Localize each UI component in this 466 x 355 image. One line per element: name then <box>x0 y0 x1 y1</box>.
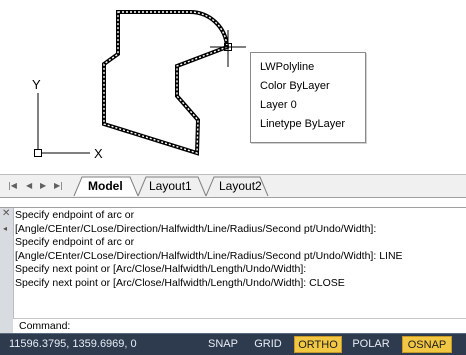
grid-toggle[interactable]: GRID <box>248 336 288 353</box>
tab-layout1[interactable]: Layout1 <box>149 176 192 196</box>
prev-tab-icon[interactable]: ◀ <box>26 179 32 193</box>
tooltip-object-type: LWPolyline <box>260 61 315 73</box>
first-tab-icon[interactable]: |◀ <box>8 179 17 193</box>
command-history: Specify endpoint of arc or [Angle/CEnter… <box>15 209 466 291</box>
history-line: Specify endpoint of arc or <box>15 209 135 221</box>
close-icon[interactable]: ✕ <box>2 208 10 219</box>
customize-icon[interactable]: ◂ <box>3 224 7 233</box>
rollover-tooltip: LWPolyline Color ByLayer Layer 0 Linetyp… <box>250 52 366 143</box>
drawing-svg: Y X <box>32 9 246 161</box>
history-line: Specify endpoint of arc or <box>15 236 135 249</box>
selected-polyline[interactable] <box>102 9 230 156</box>
crosshair-cursor <box>210 30 246 67</box>
layout-tab-bar: |◀ ◀ ▶ ▶| Model Layout1 Layout2 <box>0 174 466 198</box>
ucs-icon <box>34 93 90 157</box>
polar-toggle[interactable]: POLAR <box>348 336 394 353</box>
last-tab-icon[interactable]: ▶| <box>54 179 63 193</box>
command-prompt: Command: <box>19 320 71 332</box>
tooltip-color: Color ByLayer <box>260 80 330 92</box>
osnap-toggle[interactable]: OSNAP <box>402 336 452 353</box>
history-line: Specify next point or [Arc/Close/Halfwid… <box>15 276 345 289</box>
tooltip-layer: Layer 0 <box>260 99 297 111</box>
status-bar: 11596.3795, 1359.6969, 0 SNAP GRID ORTHO… <box>0 333 466 355</box>
command-window: ✕ ◂ Specify endpoint of arc or [Angle/CE… <box>0 207 466 334</box>
command-window-grip[interactable]: ✕ ◂ <box>0 208 14 333</box>
command-input[interactable] <box>75 319 455 333</box>
command-line: Command: <box>13 318 466 334</box>
history-line: [Angle/CEnter/CLose/Direction/Halfwidth/… <box>15 249 403 262</box>
history-line: Specify next point or [Arc/Close/Halfwid… <box>15 263 307 276</box>
tab-model[interactable]: Model <box>88 176 123 196</box>
coordinate-readout[interactable]: 11596.3795, 1359.6969, 0 <box>9 337 137 352</box>
history-line: [Angle/CEnter/CLose/Direction/Halfwidth/… <box>15 222 377 235</box>
ucs-x-label: X <box>94 146 103 161</box>
tab-layout2[interactable]: Layout2 <box>219 176 262 196</box>
drawing-canvas[interactable]: Y X LWPolyline Color ByLayer Layer 0 Lin… <box>0 0 466 173</box>
snap-toggle[interactable]: SNAP <box>202 336 244 353</box>
ortho-toggle[interactable]: ORTHO <box>294 336 342 353</box>
tooltip-linetype: Linetype ByLayer <box>260 118 345 130</box>
selected-polyline-dash <box>103 11 228 154</box>
next-tab-icon[interactable]: ▶ <box>40 179 46 193</box>
ucs-y-label: Y <box>32 77 41 92</box>
